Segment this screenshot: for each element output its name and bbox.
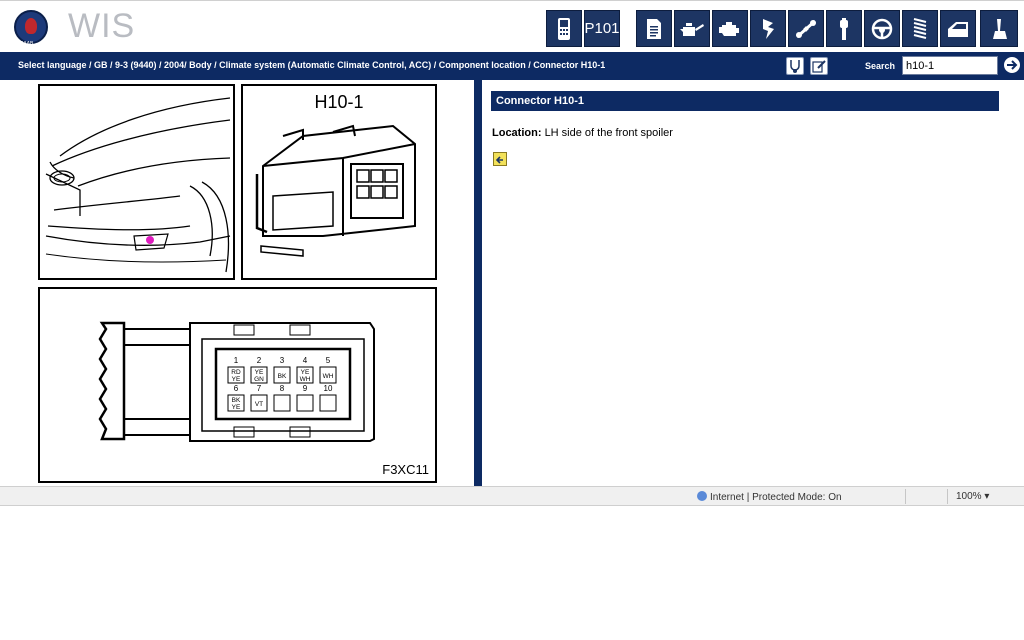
diagnosis-icon[interactable] [786, 57, 804, 75]
steering-wheel-icon [871, 18, 893, 39]
content-title: Connector H10-1 [491, 91, 999, 111]
pin-wire-color: YE [301, 369, 310, 376]
pin-wire-color: VT [255, 401, 263, 408]
brakes-button[interactable] [826, 10, 862, 47]
document-icon [647, 18, 661, 39]
driveshaft-icon [796, 19, 816, 38]
figure-code: F3XC11 [382, 462, 429, 477]
transmission-button[interactable] [788, 10, 824, 47]
figure-panel: H10-1 1 RD YE 2 YE GN 3 BK 4 YE WH 5 WH … [0, 80, 474, 486]
logo-caption: SAAB [20, 41, 34, 47]
engine-icon [719, 21, 739, 36]
lightning-icon [763, 18, 774, 39]
suspension-button[interactable] [902, 10, 938, 47]
pin-number: 5 [326, 356, 331, 365]
brake-icon [840, 17, 848, 40]
pin-number: 8 [280, 384, 285, 393]
search-label: Search [865, 61, 896, 71]
panel-divider[interactable] [474, 80, 482, 486]
comfort-button[interactable] [980, 10, 1018, 47]
pin-cavity [296, 394, 314, 412]
document-button[interactable] [636, 10, 672, 47]
engine-button[interactable] [712, 10, 748, 47]
pin-number: 3 [280, 356, 285, 365]
content-panel [482, 80, 1024, 486]
status-bar: Internet | Protected Mode: On 100% ▾ [0, 486, 1024, 506]
pin-wire-color: RD [231, 369, 241, 376]
app-name: WIS [68, 7, 136, 45]
back-icon[interactable] [493, 152, 507, 166]
pin-wire-color: YE [232, 404, 241, 411]
pin-cavity [273, 394, 291, 412]
pin-wire-color: BK [232, 397, 241, 404]
pin-wire-color: WH [300, 376, 311, 383]
saab-logo [14, 10, 48, 44]
zoom-level[interactable]: 100% ▾ [956, 491, 989, 502]
location-line: Location: LH side of the front spoiler [492, 127, 673, 139]
location-label: Location: [492, 127, 542, 139]
car-door-icon [948, 21, 968, 37]
location-value: LH side of the front spoiler [544, 127, 673, 139]
spring-icon [913, 17, 927, 39]
breadcrumb-bar: Select language / GB / 9-3 (9440) / 2004… [0, 52, 1024, 80]
p101-button[interactable]: P101 [584, 10, 620, 47]
pin-wire-color: WH [323, 373, 334, 380]
body-button[interactable] [940, 10, 976, 47]
pin-number: 10 [324, 384, 333, 393]
oil-can-icon [680, 22, 704, 36]
connector-pinout-figure: 1 RD YE 2 YE GN 3 BK 4 YE WH 5 WH 6 BK YE 7 VT 8 9 10 F3XC11 [38, 287, 437, 483]
steering-button[interactable] [864, 10, 900, 47]
globe-icon [697, 491, 707, 501]
pin-number: 9 [303, 384, 308, 393]
pin-wire-color: YE [255, 369, 264, 376]
security-zone-text: Internet | Protected Mode: On [710, 492, 842, 503]
pin-number: 6 [234, 384, 239, 393]
pin-wire-color: BK [278, 373, 287, 380]
pin-number: 1 [234, 356, 239, 365]
pin-cavity [319, 394, 337, 412]
lubrication-button[interactable] [674, 10, 710, 47]
search-go-icon[interactable] [1004, 57, 1020, 73]
breadcrumb[interactable]: Select language / GB / 9-3 (9440) / 2004… [18, 60, 605, 70]
zoom-value: 100% [956, 491, 982, 502]
edit-note-icon[interactable] [810, 57, 828, 75]
connector-3d-figure: H10-1 [241, 84, 437, 280]
pin-wire-color: GN [254, 376, 264, 383]
seat-icon [993, 18, 1007, 39]
diagnostic-tester-button[interactable] [546, 10, 582, 47]
car-location-figure [38, 84, 235, 280]
pin-number: 4 [303, 356, 308, 365]
search-input[interactable] [902, 56, 998, 75]
pin-number: 7 [257, 384, 262, 393]
app-header: SAAB WIS P101 [0, 0, 1024, 52]
security-zone: Internet | Protected Mode: On [697, 491, 842, 503]
handheld-tester-icon [558, 17, 570, 40]
electrical-button[interactable] [750, 10, 786, 47]
pin-number: 2 [257, 356, 262, 365]
pin-wire-color: YE [232, 376, 241, 383]
